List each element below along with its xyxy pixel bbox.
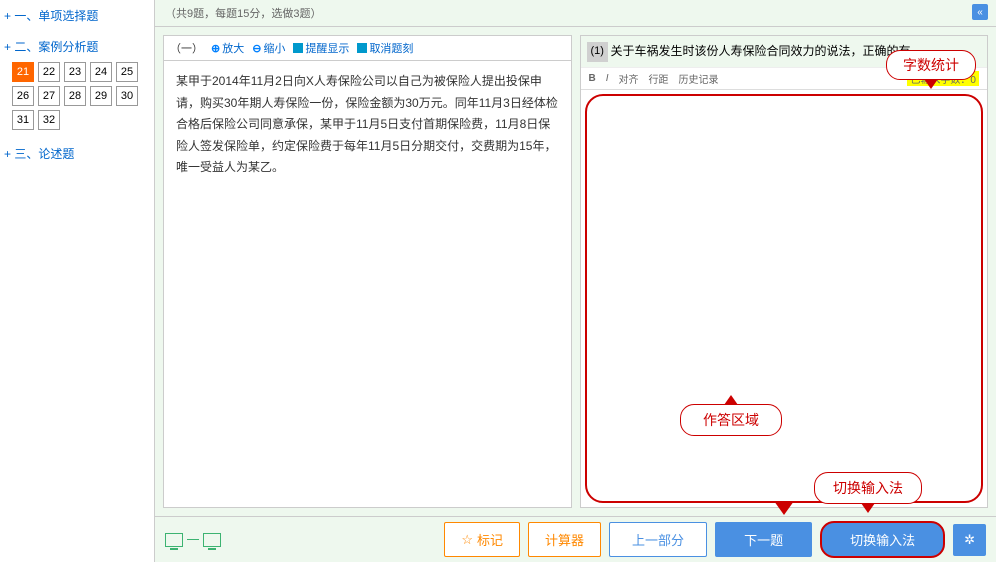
net-line-icon [187, 539, 199, 541]
nav-item-24[interactable]: 24 [90, 62, 112, 82]
info-bar: （共9题，每题15分，选做3题） « [155, 0, 996, 27]
plus-icon: ⊕ [211, 42, 220, 55]
align-button[interactable]: 对齐 [619, 71, 639, 86]
monitor-icon-2 [203, 533, 221, 547]
switch-ime-button[interactable]: 切换输入法 [820, 521, 945, 558]
mark-button[interactable]: ☆标记 [444, 522, 520, 557]
sub-question-text: 关于车祸发生时该份人寿保险合同效力的说法，正确的有。 [611, 44, 923, 58]
nav-item-29[interactable]: 29 [90, 86, 112, 106]
star-icon: ☆ [461, 532, 473, 548]
cancel-mark-button[interactable]: 取消题刻 [357, 40, 413, 56]
nav-item-30[interactable]: 30 [116, 86, 138, 106]
next-question-button[interactable]: 下一题 [715, 522, 812, 557]
nav-item-25[interactable]: 25 [116, 62, 138, 82]
close-icon[interactable]: « [972, 4, 988, 20]
history-button[interactable]: 历史记录 [679, 71, 719, 86]
italic-button[interactable]: I [606, 73, 609, 84]
question-text: 某甲于2014年11月2日向X人寿保险公司以自己为被保险人提出投保申请，购买30… [164, 61, 571, 189]
minus-icon: ⊖ [252, 42, 261, 55]
nav-item-23[interactable]: 23 [64, 62, 86, 82]
calculator-button[interactable]: 计算器 [528, 522, 601, 557]
info-text: （共9题，每题15分，选做3题） [165, 8, 321, 20]
network-status-icon [165, 533, 221, 547]
monitor-icon [165, 533, 183, 547]
nav-item-31[interactable]: 31 [12, 110, 34, 130]
callout-wordcount: 字数统计 [886, 50, 976, 80]
nav-section-3[interactable]: + 三、论述题 [4, 142, 150, 165]
nav-grid: 21 22 23 24 25 26 27 28 29 30 31 32 [4, 58, 150, 134]
answer-panel: (1) 关于车祸发生时该份人寿保险合同效力的说法，正确的有。 B I 对齐 行距… [580, 35, 989, 508]
prev-section-button[interactable]: 上一部分 [609, 522, 707, 557]
nav-section-1[interactable]: + 一、单项选择题 [4, 4, 150, 27]
nav-item-21[interactable]: 21 [12, 62, 34, 82]
sidebar: + 一、单项选择题 + 二、案例分析题 21 22 23 24 25 26 27… [0, 0, 155, 562]
bold-button[interactable]: B [589, 73, 596, 84]
question-panel: （一） ⊕放大 ⊖缩小 提醒显示 取消题刻 某甲于2014年11月2日向X人寿保… [163, 35, 572, 508]
question-toolbar: （一） ⊕放大 ⊖缩小 提醒显示 取消题刻 [164, 36, 571, 61]
footer-bar: ☆标记 计算器 上一部分 下一题 切换输入法 ✲ [155, 516, 996, 562]
nav-section-2[interactable]: + 二、案例分析题 [4, 35, 150, 58]
nav-item-26[interactable]: 26 [12, 86, 34, 106]
nav-item-27[interactable]: 27 [38, 86, 60, 106]
nav-item-22[interactable]: 22 [38, 62, 60, 82]
nav-item-32[interactable]: 32 [38, 110, 60, 130]
answer-editor[interactable] [585, 94, 984, 503]
square-icon-2 [357, 43, 367, 53]
callout-answer-area: 作答区域 [680, 404, 782, 436]
settings-button[interactable]: ✲ [953, 524, 986, 556]
gear-icon: ✲ [964, 532, 975, 548]
zoom-in-button[interactable]: ⊕放大 [211, 40, 244, 56]
sub-question-num: (1) [587, 42, 608, 62]
group-label: （一） [170, 40, 203, 56]
main-area: （共9题，每题15分，选做3题） « （一） ⊕放大 ⊖缩小 提醒显示 取消题刻… [155, 0, 996, 562]
line-button[interactable]: 行距 [649, 71, 669, 86]
square-icon [293, 43, 303, 53]
nav-item-28[interactable]: 28 [64, 86, 86, 106]
zoom-out-button[interactable]: ⊖缩小 [252, 40, 285, 56]
callout-ime: 切换输入法 [814, 472, 922, 504]
remind-button[interactable]: 提醒显示 [293, 40, 349, 56]
